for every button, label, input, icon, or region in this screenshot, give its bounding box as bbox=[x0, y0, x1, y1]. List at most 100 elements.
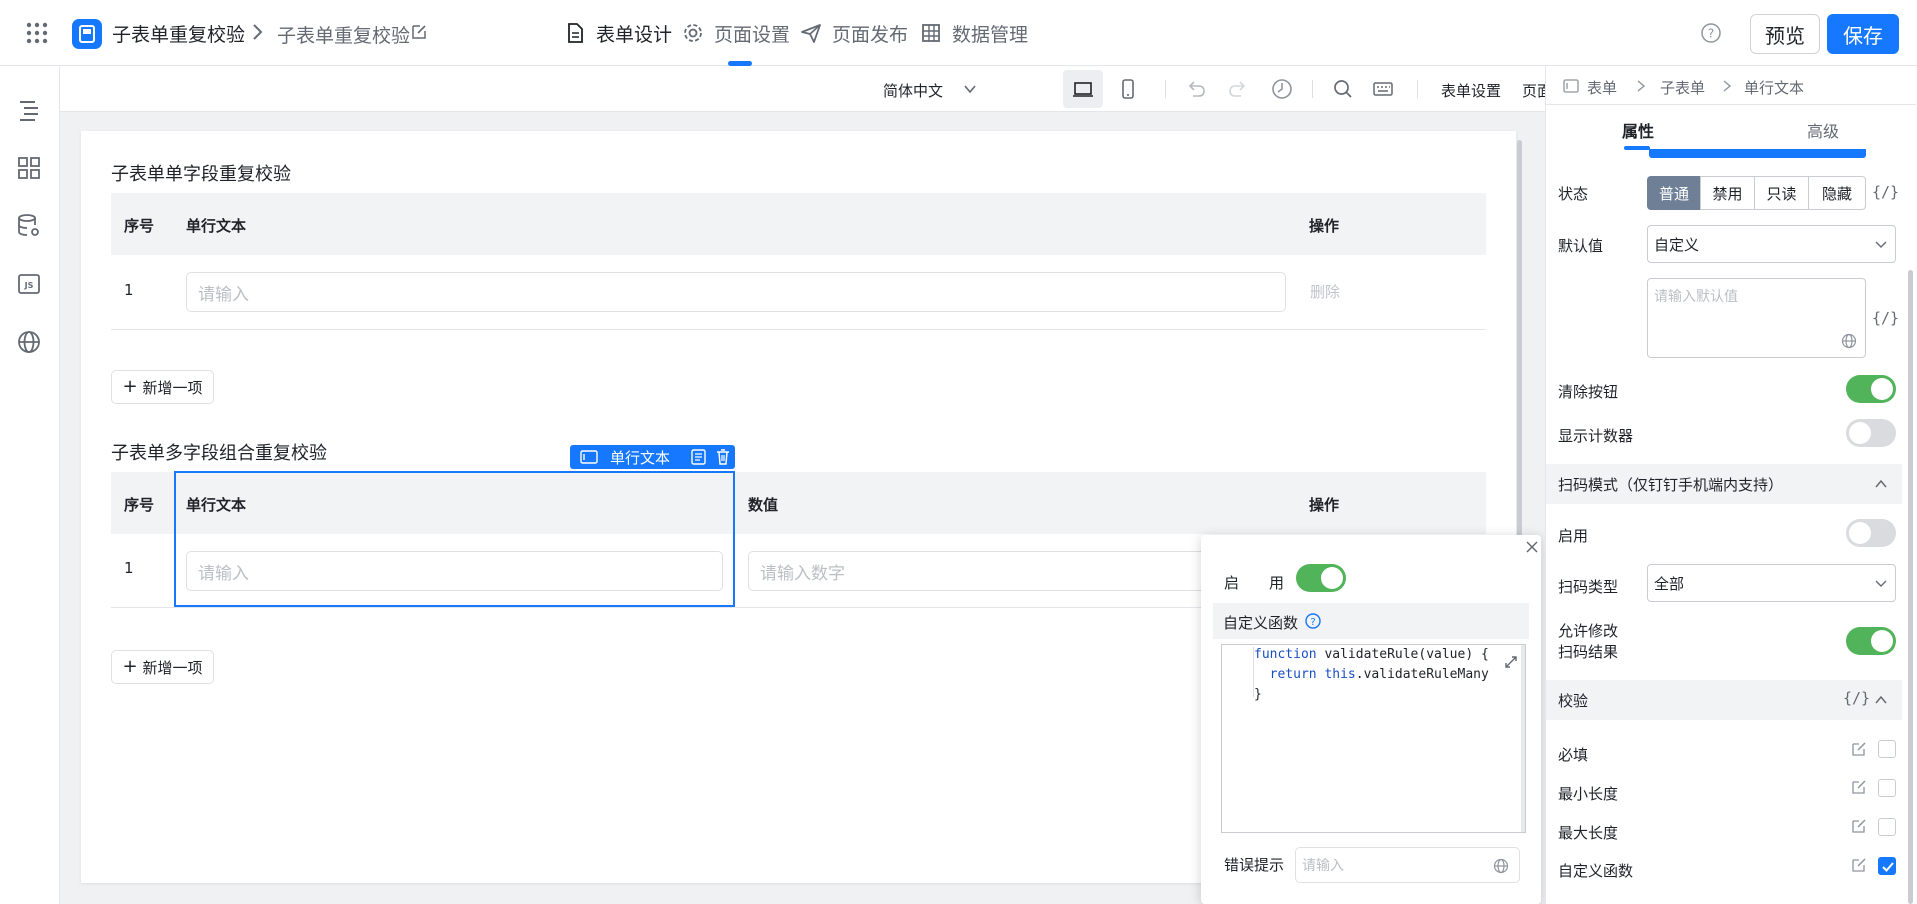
outline-icon[interactable] bbox=[15, 96, 43, 124]
scan-type-select[interactable]: 全部 bbox=[1647, 564, 1896, 602]
edit-icon[interactable] bbox=[1851, 818, 1867, 834]
rule-required-checkbox[interactable] bbox=[1878, 740, 1896, 758]
help-icon[interactable]: ? bbox=[1700, 22, 1722, 44]
copy-button[interactable] bbox=[686, 445, 710, 469]
row-index: 1 bbox=[124, 281, 134, 299]
tab-form-design[interactable]: 表单设计 bbox=[564, 0, 672, 66]
table-grid-icon bbox=[922, 24, 940, 42]
status-normal-option[interactable]: 普通 bbox=[1647, 176, 1701, 210]
toggle-knob bbox=[1849, 422, 1871, 444]
rule-custom-function-checkbox[interactable] bbox=[1878, 857, 1896, 875]
add-row-button[interactable]: + 新增一项 bbox=[111, 370, 214, 404]
tab-page-settings[interactable]: 页面设置 bbox=[682, 0, 790, 66]
column-header: 操作 bbox=[1309, 217, 1340, 235]
help-circle-icon[interactable]: ? bbox=[1305, 613, 1321, 629]
globe-icon[interactable] bbox=[1493, 858, 1509, 874]
search-icon[interactable] bbox=[1332, 78, 1354, 100]
rule-max-length-checkbox[interactable] bbox=[1878, 818, 1896, 836]
edit-icon[interactable] bbox=[1851, 857, 1867, 873]
validation-section-header[interactable]: 校验 {/} bbox=[1546, 680, 1902, 720]
scan-enable-toggle[interactable] bbox=[1846, 519, 1896, 547]
custom-function-label: 自定义函数 bbox=[1223, 614, 1299, 632]
scan-type-select-text: 全部 bbox=[1654, 574, 1685, 593]
plus-icon: + bbox=[122, 656, 138, 677]
chevron-up-icon bbox=[1875, 695, 1887, 704]
undo-icon[interactable] bbox=[1185, 78, 1207, 100]
row-index: 1 bbox=[124, 559, 134, 577]
allow-edit-toggle[interactable] bbox=[1846, 627, 1896, 655]
gear-icon bbox=[684, 24, 702, 42]
components-icon[interactable] bbox=[15, 154, 43, 182]
enable-toggle[interactable] bbox=[1296, 564, 1346, 592]
preview-button[interactable]: 预览 bbox=[1750, 14, 1820, 54]
app-logo-icon[interactable] bbox=[72, 19, 102, 49]
close-icon[interactable] bbox=[1526, 541, 1538, 553]
code-editor[interactable]: function validateRule(value) { return th… bbox=[1221, 644, 1526, 833]
toggle-knob bbox=[1871, 630, 1893, 652]
breadcrumb-item[interactable]: 单行文本 bbox=[1744, 77, 1804, 98]
desktop-icon[interactable] bbox=[1072, 78, 1094, 100]
chevron-down-icon[interactable] bbox=[963, 82, 977, 96]
allow-edit-label: 允许修改 bbox=[1558, 622, 1619, 640]
app-name[interactable]: 子表单重复校验 bbox=[112, 20, 245, 47]
counter-toggle[interactable] bbox=[1846, 419, 1896, 447]
error-message-input[interactable]: 请输入 bbox=[1295, 847, 1520, 883]
tab-page-publish[interactable]: 页面发布 bbox=[800, 0, 908, 66]
rule-label: 必填 bbox=[1558, 746, 1589, 764]
app-grid-icon[interactable] bbox=[26, 22, 48, 44]
trash-icon bbox=[717, 449, 729, 465]
status-formula-button[interactable]: {/} bbox=[1872, 183, 1899, 201]
form-settings-link[interactable]: 表单设置 bbox=[1441, 80, 1501, 101]
globe-icon[interactable] bbox=[15, 328, 43, 356]
status-readonly-option[interactable]: 只读 bbox=[1754, 176, 1809, 210]
scan-mode-section-header[interactable]: 扫码模式（仅钉钉手机端内支持） bbox=[1546, 464, 1902, 504]
edit-icon[interactable] bbox=[1851, 741, 1867, 757]
default-value-textarea[interactable]: 请输入默认值 bbox=[1647, 278, 1866, 358]
clear-button-toggle[interactable] bbox=[1846, 375, 1896, 403]
add-row-button[interactable]: + 新增一项 bbox=[111, 650, 214, 684]
panel-scrollbar[interactable] bbox=[1908, 270, 1913, 904]
status-hidden-option[interactable]: 隐藏 bbox=[1808, 176, 1866, 210]
redo-icon[interactable] bbox=[1227, 78, 1249, 100]
language-select[interactable]: 简体中文 bbox=[883, 80, 943, 101]
tab-data-management[interactable]: 数据管理 bbox=[920, 0, 1028, 66]
mobile-icon[interactable] bbox=[1117, 78, 1139, 100]
validation-formula-button[interactable]: {/} bbox=[1843, 689, 1870, 707]
breadcrumb-item[interactable]: 表单 bbox=[1587, 77, 1617, 98]
globe-icon[interactable] bbox=[1841, 333, 1857, 349]
tab-properties[interactable]: 属性 bbox=[1622, 118, 1654, 142]
delete-component-button[interactable] bbox=[711, 445, 735, 469]
datasource-icon[interactable] bbox=[15, 212, 43, 240]
edit-icon[interactable] bbox=[410, 23, 428, 41]
active-tab-indicator bbox=[1624, 146, 1650, 150]
column-header: 数值 bbox=[748, 496, 779, 514]
text-field-icon bbox=[580, 450, 598, 464]
rule-min-length-checkbox[interactable] bbox=[1878, 779, 1896, 797]
error-placeholder: 请输入 bbox=[1302, 858, 1344, 874]
save-button[interactable]: 保存 bbox=[1827, 14, 1899, 54]
js-icon[interactable]: JS bbox=[15, 270, 43, 298]
default-value-select[interactable]: 自定义 bbox=[1647, 225, 1896, 263]
code-line-text: function validateRule(value) { bbox=[1254, 647, 1489, 662]
history-icon[interactable] bbox=[1271, 78, 1293, 100]
tab-advanced[interactable]: 高级 bbox=[1807, 118, 1839, 142]
rule-label: 最小长度 bbox=[1558, 785, 1619, 803]
edit-icon[interactable] bbox=[1851, 779, 1867, 795]
selected-column-outline[interactable] bbox=[174, 471, 735, 607]
keyboard-icon[interactable] bbox=[1372, 78, 1394, 100]
left-rail: JS bbox=[0, 66, 60, 904]
expand-icon[interactable] bbox=[1504, 655, 1518, 669]
counter-label: 显示计数器 bbox=[1558, 427, 1634, 445]
selected-tag-label: 单行文本 bbox=[610, 448, 671, 467]
page-name[interactable]: 子表单重复校验 bbox=[277, 21, 410, 48]
tab-label: 表单设计 bbox=[596, 23, 673, 46]
custom-function-header: 自定义函数 ? bbox=[1213, 603, 1529, 639]
single-line-text-input[interactable]: 请输入 bbox=[186, 272, 1286, 312]
number-input[interactable]: 请输入数字 bbox=[748, 551, 1248, 591]
divider bbox=[1417, 80, 1418, 98]
default-value-formula-button[interactable]: {/} bbox=[1872, 309, 1899, 327]
breadcrumb-item[interactable]: 子表单 bbox=[1660, 77, 1705, 98]
status-disabled-option[interactable]: 禁用 bbox=[1700, 176, 1755, 210]
code-scrollbar[interactable] bbox=[1521, 645, 1525, 832]
delete-row-link[interactable]: 删除 bbox=[1310, 281, 1340, 302]
